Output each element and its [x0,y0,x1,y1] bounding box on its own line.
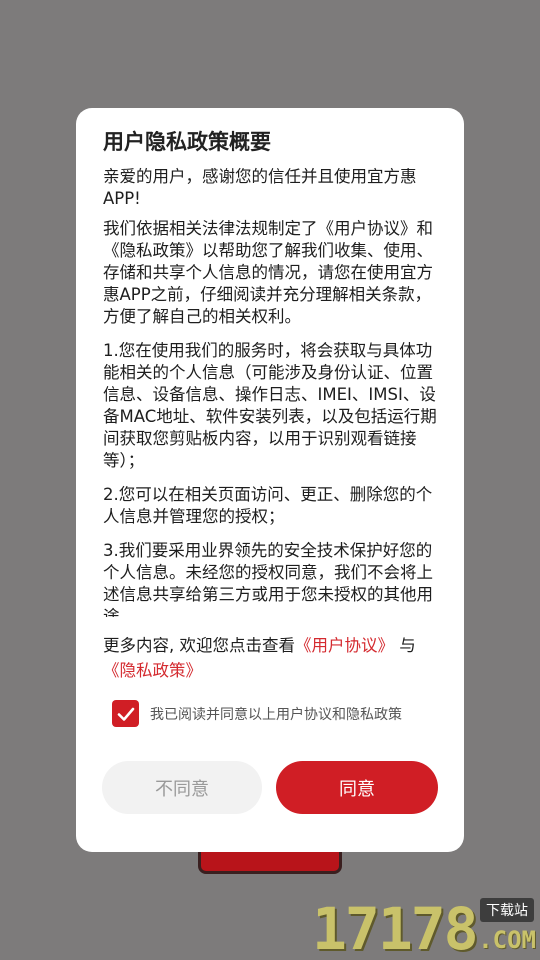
policy-paragraph: 1.您在使用我们的服务时，将会获取与具体功能相关的个人信息（可能涉及身份认证、位… [103,341,437,470]
agree-checkbox-label[interactable]: 我已阅读并同意以上用户协议和隐私政策 [150,704,402,724]
agree-row[interactable]: 我已阅读并同意以上用户协议和隐私政策 [112,700,402,727]
watermark-logo: 17178 下载站 .COM [312,896,538,960]
checkmark-icon [117,707,134,721]
dialog-title: 用户隐私政策概要 [103,130,271,154]
more-info-line: 更多内容, 欢迎您点击查看《用户协议》 与《隐私政策》 [103,633,443,683]
privacy-dialog: 用户隐私政策概要 亲爱的用户，感谢您的信任并且使用宜方惠APP! 我们依据相关法… [76,108,464,852]
agree-checkbox[interactable] [112,700,139,727]
policy-paragraph: 2.您可以在相关页面访问、更正、删除您的个人信息并管理您的授权； [103,485,433,526]
policy-paragraph: 我们依据相关法律法规制定了《用户协议》和《隐私政策》以帮助您了解我们收集、使用、… [103,219,433,326]
agree-button[interactable]: 同意 [276,761,438,814]
user-agreement-link[interactable]: 《用户协议》 [295,636,394,655]
watermark-site-label: 下载站 [480,898,534,922]
disagree-button[interactable]: 不同意 [102,761,262,814]
and-text: 与 [394,636,416,655]
watermark-suffix: .COM [478,926,536,954]
watermark-number: 17178 [312,895,479,960]
policy-content-scroll[interactable]: 亲爱的用户，感谢您的信任并且使用宜方惠APP! 我们依据相关法律法规制定了《用户… [103,166,437,617]
policy-paragraph: 亲爱的用户，感谢您的信任并且使用宜方惠APP! [103,167,417,208]
more-info-text: 更多内容, 欢迎您点击查看 [103,636,295,655]
policy-paragraph: 3.我们要采用业界领先的安全技术保护好您的个人信息。未经您的授权同意，我们不会将… [103,541,433,617]
privacy-policy-link[interactable]: 《隐私政策》 [103,661,202,680]
